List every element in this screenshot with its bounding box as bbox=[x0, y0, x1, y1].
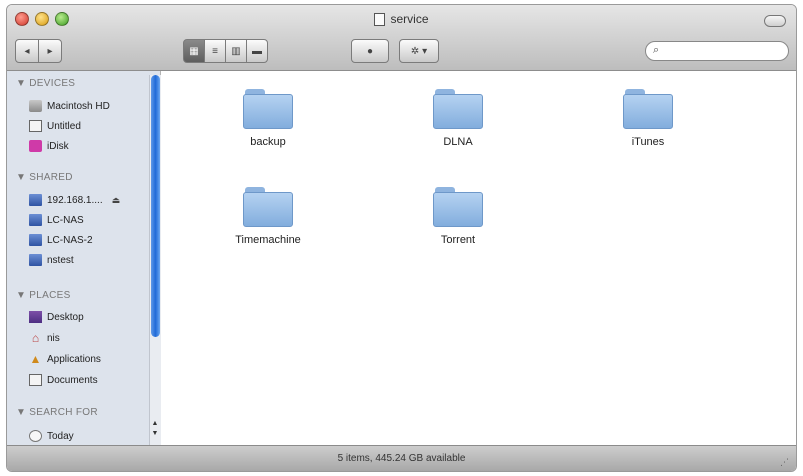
scroll-down-arrow-icon[interactable]: ▼ bbox=[150, 429, 160, 438]
sidebar-item-label: iDisk bbox=[47, 140, 69, 152]
forward-button[interactable]: ▸ bbox=[38, 39, 62, 63]
sidebar-section-shared[interactable]: ▼ SHARED bbox=[16, 172, 73, 183]
sidebar-item-home[interactable]: ⌂ nis bbox=[29, 330, 60, 346]
network-server-icon bbox=[29, 234, 42, 246]
home-icon: ⌂ bbox=[31, 331, 40, 345]
search-input[interactable] bbox=[668, 44, 783, 58]
sidebar-item-idisk[interactable]: iDisk bbox=[29, 138, 69, 154]
quick-look-button[interactable]: ● bbox=[351, 39, 389, 63]
folder-icon bbox=[433, 187, 483, 227]
computer-icon bbox=[29, 254, 42, 266]
folder-item-backup[interactable]: backup bbox=[218, 89, 318, 148]
folder-item-timemachine[interactable]: Timemachine bbox=[218, 187, 318, 246]
toolbar: service ◂ ▸ ▦ ≡ ▥ ▬ ● ✲ ▾ ⌕ bbox=[7, 5, 796, 71]
search-icon: ⌕ bbox=[653, 44, 660, 56]
window-title-bar: service bbox=[7, 10, 796, 28]
sidebar-item-label: Applications bbox=[47, 353, 101, 365]
sidebar-item-label: Macintosh HD bbox=[47, 100, 110, 112]
sidebar-item-lc-nas[interactable]: LC-NAS bbox=[29, 212, 84, 228]
sidebar-item-label: Desktop bbox=[47, 311, 84, 323]
sidebar-item-label: nis bbox=[47, 332, 60, 344]
sidebar-section-devices[interactable]: ▼ DEVICES bbox=[16, 78, 75, 89]
network-server-icon bbox=[29, 214, 42, 226]
folder-label: Timemachine bbox=[235, 234, 301, 246]
folder-label: Torrent bbox=[440, 234, 476, 246]
folder-proxy-icon[interactable] bbox=[374, 12, 386, 26]
sidebar-item-nstest[interactable]: nstest bbox=[29, 252, 74, 268]
column-view-button[interactable]: ▥ bbox=[225, 39, 247, 63]
status-text: 5 items, 445.24 GB available bbox=[337, 453, 466, 464]
file-browser-content: backup DLNA iTunes Timemachine Torrent bbox=[162, 71, 796, 447]
sidebar-item-macintosh-hd[interactable]: Macintosh HD bbox=[29, 98, 110, 114]
eject-icon[interactable]: ⏏ bbox=[112, 195, 121, 206]
toolbar-toggle-button[interactable] bbox=[764, 15, 786, 27]
folder-icon bbox=[243, 89, 293, 129]
sidebar: ▼ DEVICES Macintosh HD Untitled iDisk ▼ … bbox=[7, 71, 161, 447]
sidebar-item-untitled[interactable]: Untitled bbox=[29, 118, 81, 134]
sidebar-scroll-thumb[interactable] bbox=[151, 75, 160, 337]
folder-icon bbox=[623, 89, 673, 129]
folder-item-dlna[interactable]: DLNA bbox=[408, 89, 508, 148]
network-server-icon bbox=[29, 194, 42, 206]
clock-icon bbox=[29, 430, 42, 442]
back-button[interactable]: ◂ bbox=[15, 39, 39, 63]
folder-item-itunes[interactable]: iTunes bbox=[598, 89, 698, 148]
folder-icon bbox=[243, 187, 293, 227]
sidebar-section-search-for[interactable]: ▼ SEARCH FOR bbox=[16, 407, 98, 418]
sidebar-item-label: Documents bbox=[47, 374, 98, 386]
sidebar-item-applications[interactable]: ▲ Applications bbox=[29, 351, 101, 367]
list-view-button[interactable]: ≡ bbox=[204, 39, 226, 63]
applications-icon: ▲ bbox=[29, 352, 42, 366]
documents-icon bbox=[29, 374, 42, 386]
sidebar-item-lc-nas-2[interactable]: LC-NAS-2 bbox=[29, 232, 93, 248]
desktop-icon bbox=[29, 311, 42, 323]
window-title: service bbox=[390, 12, 429, 26]
sidebar-item-desktop[interactable]: Desktop bbox=[29, 309, 84, 325]
disk-image-icon bbox=[29, 120, 42, 132]
coverflow-view-button[interactable]: ▬ bbox=[246, 39, 268, 63]
scroll-up-arrow-icon[interactable]: ▲ bbox=[150, 419, 160, 428]
folder-label: backup bbox=[250, 136, 286, 148]
icon-view-button[interactable]: ▦ bbox=[183, 39, 205, 63]
sidebar-item-documents[interactable]: Documents bbox=[29, 372, 98, 388]
finder-window: service ◂ ▸ ▦ ≡ ▥ ▬ ● ✲ ▾ ⌕ ▼ DEVICES Ma… bbox=[6, 4, 797, 472]
sidebar-item-label: Today bbox=[47, 430, 74, 442]
idisk-icon bbox=[29, 140, 42, 152]
sidebar-item-label: nstest bbox=[47, 254, 74, 266]
sidebar-item-today[interactable]: Today bbox=[29, 428, 74, 444]
sidebar-item-label: LC-NAS-2 bbox=[47, 234, 93, 246]
sidebar-item-label: LC-NAS bbox=[47, 214, 84, 226]
folder-label: DLNA bbox=[443, 136, 473, 148]
action-menu-button[interactable]: ✲ ▾ bbox=[399, 39, 439, 63]
resize-grip-icon[interactable]: ⋰ bbox=[780, 457, 790, 467]
hard-drive-icon bbox=[29, 100, 42, 112]
sidebar-section-places[interactable]: ▼ PLACES bbox=[16, 290, 71, 301]
folder-item-torrent[interactable]: Torrent bbox=[408, 187, 508, 246]
sidebar-item-label: 192.168.1.... bbox=[47, 194, 103, 206]
folder-label: iTunes bbox=[631, 136, 665, 148]
folder-icon bbox=[433, 89, 483, 129]
sidebar-item-label: Untitled bbox=[47, 120, 81, 132]
status-bar: 5 items, 445.24 GB available ⋰ bbox=[7, 445, 796, 471]
sidebar-item-192-168[interactable]: 192.168.1.... ⏏ bbox=[29, 192, 120, 208]
search-field[interactable]: ⌕ bbox=[645, 41, 789, 61]
